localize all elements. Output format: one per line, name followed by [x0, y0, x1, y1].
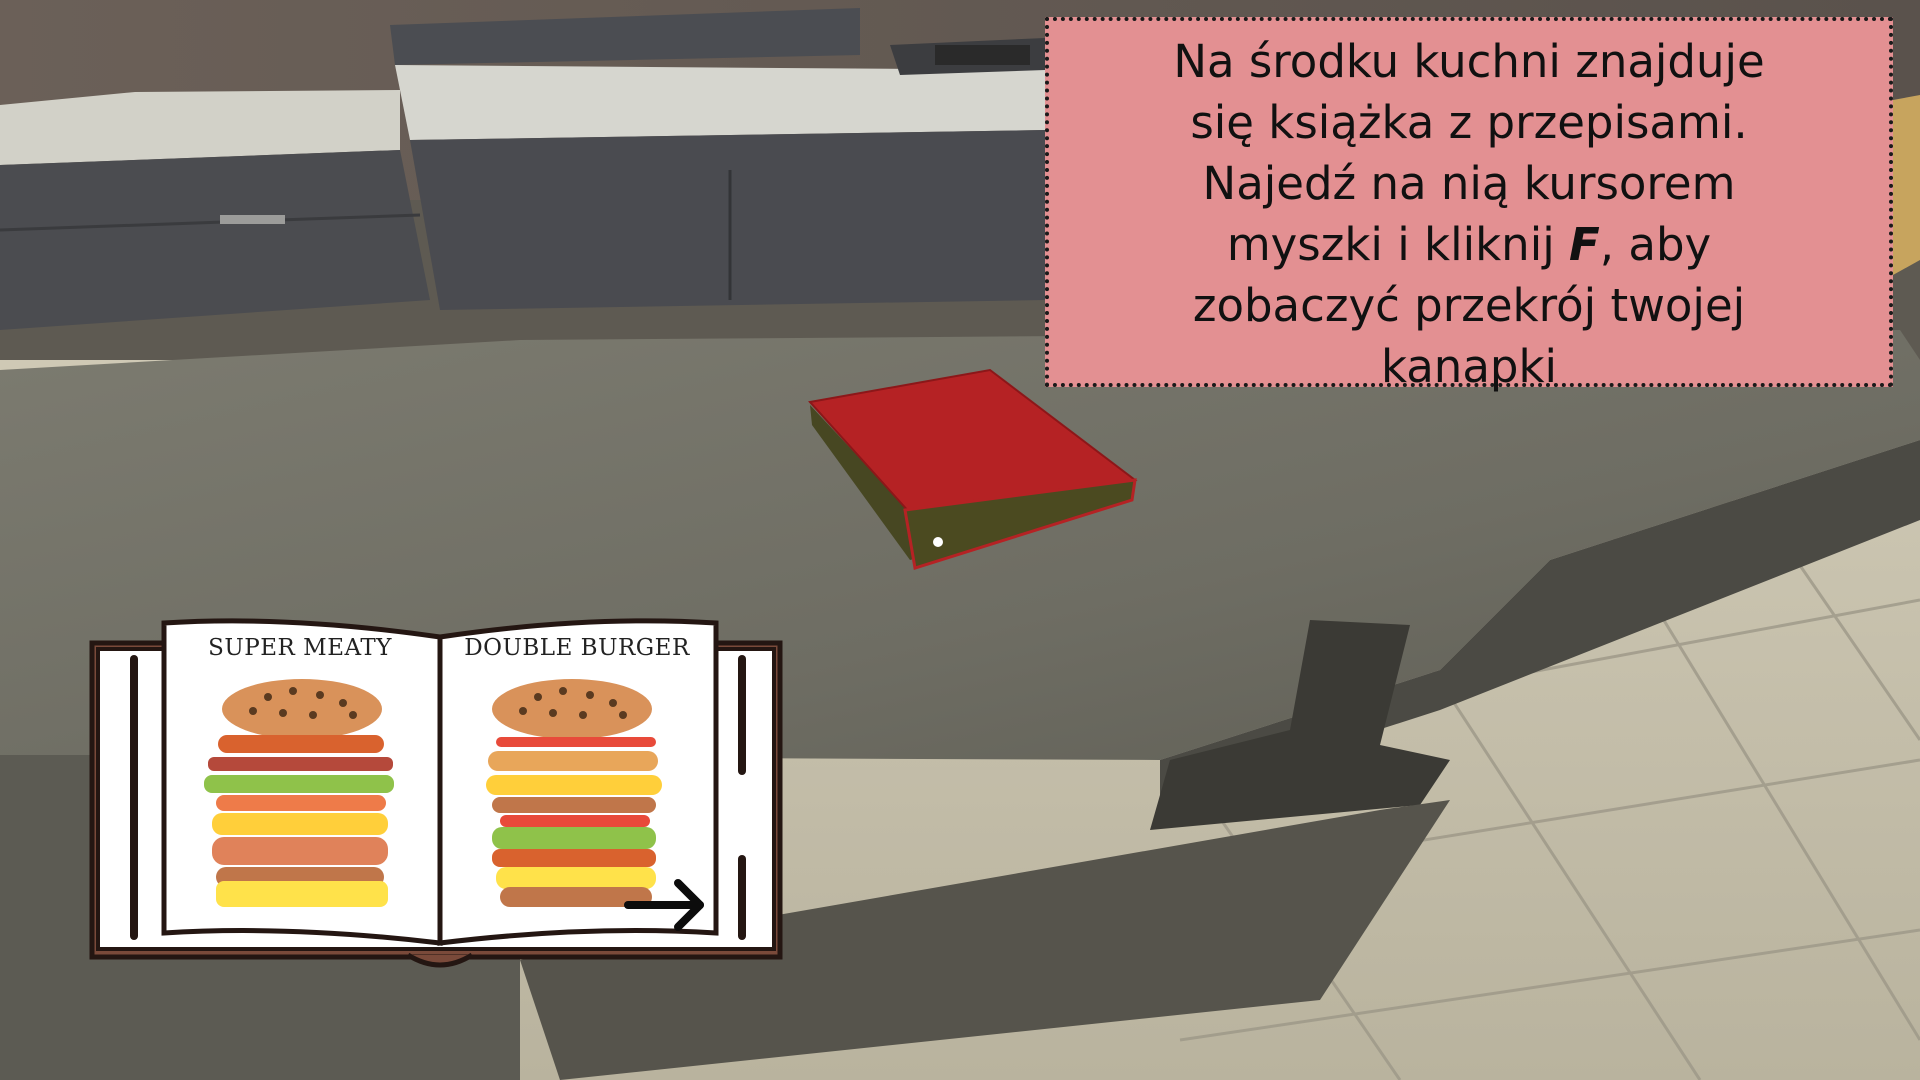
back-counter-left-body [0, 150, 430, 330]
right-page-edge-1 [738, 655, 746, 775]
hint-line-3: Najedź na nią kursorem [1202, 157, 1736, 210]
hint-line-5: zobaczyć przekrój twojej [1192, 279, 1746, 332]
tutorial-hint-text: Na środku kuchni znajduje się książka z … [1173, 31, 1764, 397]
left-page-title: SUPER MEATY [208, 635, 392, 661]
tutorial-hint-box: Na środku kuchni znajduje się książka z … [1045, 17, 1893, 393]
hint-line-4-start: myszki i kliknij [1226, 218, 1570, 271]
double-burger-image [486, 679, 662, 907]
right-side-wall [1893, 95, 1920, 275]
hint-key-f: F [1569, 218, 1600, 271]
recipe-book-overlay: SUPER MEATY DOUBLE BURGER [89, 618, 783, 968]
book-bottom-tab [406, 952, 474, 968]
stove-grill [935, 45, 1030, 65]
left-page-edge [130, 655, 138, 940]
back-counter-mid-body [410, 130, 1045, 310]
super-meaty-burger-image [204, 679, 394, 907]
hint-line-1: Na środku kuchni znajduje [1173, 35, 1765, 88]
back-counter-mid-top [395, 65, 1045, 140]
right-page-edge-2 [738, 855, 746, 940]
hint-line-4-end: , aby [1599, 218, 1712, 271]
drawer-handle [220, 215, 285, 224]
crosshair-dot [933, 537, 943, 547]
hint-line-6: kanapki [1380, 340, 1558, 393]
right-page-title: DOUBLE BURGER [464, 635, 690, 661]
hint-line-2: się książka z przepisami. [1190, 96, 1748, 149]
